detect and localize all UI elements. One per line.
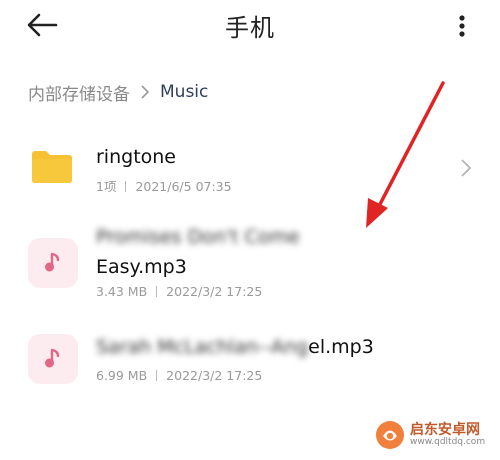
watermark-url: www.qdltdq.com (410, 436, 486, 447)
modified-date: 2022/3/2 17:25 (166, 284, 263, 299)
page-title: 手机 (225, 14, 275, 42)
vertical-dots-icon (459, 15, 465, 37)
chevron-right-icon (140, 85, 150, 99)
file-size: 6.99 MB (96, 368, 148, 383)
breadcrumb: 内部存储设备 Music (28, 80, 209, 105)
music-note-icon (28, 334, 78, 384)
folder-icon (30, 148, 74, 184)
watermark-logo-icon (376, 421, 404, 449)
list-item-audio[interactable]: Promises Don't Come Easy.mp3 3.43 MB 2022… (0, 222, 500, 310)
chevron-right-icon (460, 158, 472, 182)
more-options-button[interactable] (446, 10, 476, 42)
list-item-folder[interactable]: ringtone 1项 2021/6/5 07:35 (0, 128, 500, 204)
music-note-icon (28, 238, 78, 288)
file-size: 3.43 MB (96, 284, 148, 299)
file-meta: 1项 2021/6/5 07:35 (96, 176, 232, 195)
item-count: 1项 (96, 179, 117, 194)
file-meta: 6.99 MB 2022/3/2 17:25 (96, 368, 262, 383)
breadcrumb-root[interactable]: 内部存储设备 (28, 80, 130, 105)
file-name: Easy.mp3 (96, 256, 187, 278)
modified-date: 2022/3/2 17:25 (166, 368, 263, 383)
list-item-audio[interactable]: Sarah McLachlan--Angel.mp3 6.99 MB 2022/3… (0, 322, 500, 394)
breadcrumb-current: Music (160, 82, 209, 102)
file-name-blurred: Promises Don't Come (96, 226, 300, 248)
watermark-brand: 启东安卓网 (410, 421, 480, 438)
modified-date: 2021/6/5 07:35 (135, 179, 232, 194)
file-name: ringtone (96, 146, 176, 168)
file-name: Sarah McLachlan--Angel.mp3 (96, 336, 374, 358)
file-meta: 3.43 MB 2022/3/2 17:25 (96, 284, 262, 299)
watermark: 启东安卓网 www.qdltdq.com (374, 412, 496, 458)
